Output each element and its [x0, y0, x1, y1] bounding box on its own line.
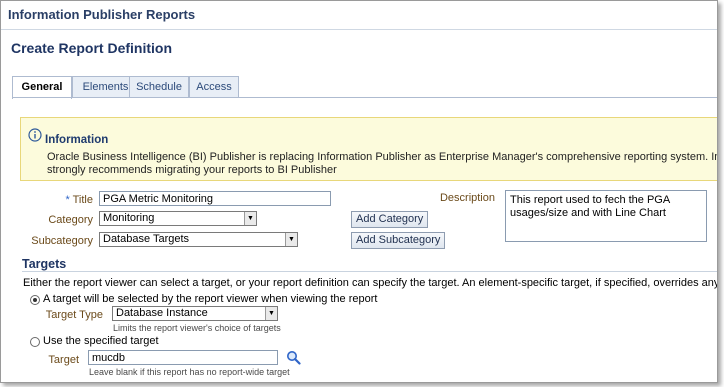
target-type-label: Target Type [45, 309, 103, 321]
tab-divider [12, 97, 717, 98]
app-title: Information Publisher Reports [8, 7, 196, 22]
section-divider [22, 271, 717, 272]
target-input[interactable]: mucdb [88, 350, 278, 365]
required-mark: * [65, 194, 70, 206]
targets-intro: Either the report viewer can select a ta… [23, 277, 718, 289]
description-textarea[interactable]: This report used to fech the PGA usages/… [505, 190, 707, 242]
target-label: Target [48, 354, 79, 366]
target-type-hint: Limits the report viewer's choice of tar… [113, 323, 281, 333]
radio-use-specified-target[interactable] [30, 337, 40, 347]
tab-schedule[interactable]: Schedule [129, 76, 189, 98]
info-text: Oracle Business Intelligence (BI) Publis… [47, 151, 717, 177]
targets-section-title: Targets [22, 257, 67, 271]
tab-general[interactable]: General [12, 76, 72, 99]
radio-use-specified-target-label: Use the specified target [43, 335, 159, 347]
target-type-select[interactable]: Database Instance ▼ [112, 306, 278, 321]
search-icon[interactable] [286, 350, 301, 365]
category-value: Monitoring [103, 212, 155, 224]
subcategory-select[interactable]: Database Targets ▼ [99, 232, 298, 247]
title-label: * Title [41, 194, 93, 206]
info-message: Information Oracle Business Intelligence… [20, 117, 717, 181]
radio-viewer-selects-target-label: A target will be selected by the report … [43, 293, 378, 305]
add-category-button[interactable]: Add Category [351, 211, 429, 228]
radio-viewer-selects-target[interactable] [30, 295, 40, 305]
chevron-down-icon: ▼ [285, 233, 297, 246]
description-label: Description [439, 192, 495, 204]
subcategory-value: Database Targets [103, 233, 190, 245]
category-label: Category [48, 214, 93, 226]
chevron-down-icon: ▼ [244, 212, 256, 225]
app-header: Information Publisher Reports [1, 1, 717, 30]
subcategory-label: Subcategory [31, 235, 93, 247]
title-label-text: Title [72, 194, 93, 206]
chevron-down-icon: ▼ [265, 307, 277, 320]
target-hint: Leave blank if this report has no report… [89, 367, 290, 377]
add-subcategory-button[interactable]: Add Subcategory [351, 232, 446, 249]
info-icon [28, 128, 42, 142]
info-text-line1: Oracle Business Intelligence (BI) Publis… [47, 151, 717, 163]
report-window: Information Publisher Reports Create Rep… [0, 0, 718, 383]
info-title: Information [45, 134, 109, 146]
tab-access[interactable]: Access [189, 76, 239, 98]
page-title: Create Report Definition [11, 40, 173, 56]
title-input[interactable]: PGA Metric Monitoring [99, 191, 331, 206]
info-text-line2: strongly recommends migrating your repor… [47, 164, 337, 176]
category-select[interactable]: Monitoring ▼ [99, 211, 257, 226]
target-type-value: Database Instance [116, 307, 208, 319]
